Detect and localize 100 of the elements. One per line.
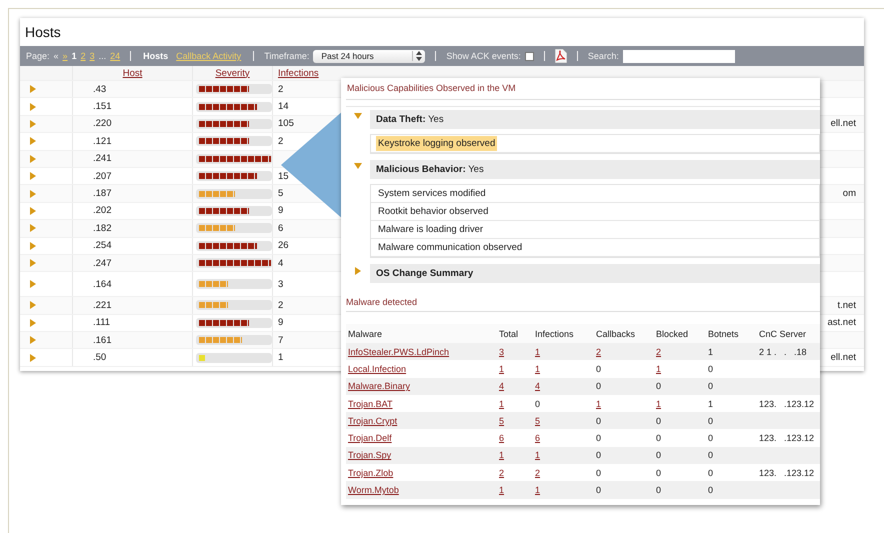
table-link[interactable]: 2 bbox=[535, 468, 540, 478]
expand-arrow-icon[interactable] bbox=[30, 242, 36, 250]
expand-arrow-icon[interactable] bbox=[30, 85, 36, 94]
table-link[interactable]: Trojan.Delf bbox=[348, 433, 392, 444]
pdf-icon[interactable] bbox=[554, 49, 567, 63]
table-link[interactable]: 2 bbox=[596, 346, 602, 357]
infections-cell: 2 bbox=[278, 84, 284, 95]
expand-arrow-icon[interactable] bbox=[30, 259, 36, 268]
cell-text: 0 bbox=[656, 485, 662, 496]
table-link[interactable]: Trojan.BAT bbox=[348, 398, 393, 409]
infections-cell: 9 bbox=[278, 317, 284, 328]
host-cell: .202 bbox=[93, 205, 112, 216]
host-cell: .43 bbox=[93, 84, 106, 95]
host-cell: .50 bbox=[93, 352, 106, 364]
malware-title: Malware detected bbox=[346, 297, 820, 312]
cell-text: 0 bbox=[656, 381, 662, 392]
infections-cell: 14 bbox=[278, 101, 289, 112]
section-header[interactable]: OS Change Summary bbox=[370, 264, 820, 283]
expand-arrow-icon[interactable] bbox=[30, 137, 36, 146]
host-cell: .164 bbox=[93, 278, 112, 290]
column-header[interactable]: Host bbox=[122, 68, 142, 78]
table-link[interactable]: Worm.Mytob bbox=[348, 485, 399, 496]
infections-cell: 2 bbox=[278, 136, 284, 147]
expand-arrow-icon[interactable] bbox=[30, 154, 36, 163]
collapse-arrow-icon[interactable] bbox=[354, 163, 362, 169]
table-link[interactable]: Local.Infection bbox=[348, 364, 406, 374]
capability-item: Malware communication observed bbox=[377, 241, 524, 255]
column-header: CnC Server bbox=[759, 328, 806, 338]
table-link[interactable]: 1 bbox=[535, 346, 540, 357]
column-header: Blocked bbox=[656, 328, 688, 338]
domain-cell: ell.net bbox=[830, 118, 856, 130]
table-link[interactable]: 5 bbox=[499, 416, 504, 426]
table-link[interactable]: 1 bbox=[499, 485, 504, 496]
infections-cell: 9 bbox=[278, 205, 284, 216]
table-link[interactable]: 2 bbox=[499, 468, 504, 478]
column-header: Infections bbox=[535, 328, 574, 338]
host-cell: .151 bbox=[93, 101, 112, 112]
section-header[interactable]: Malicious Behavior: Yes bbox=[370, 160, 820, 179]
expand-arrow-icon[interactable] bbox=[355, 267, 361, 275]
infections-cell: 5 bbox=[278, 188, 284, 200]
search-label: Search: bbox=[588, 51, 619, 61]
host-cell: .121 bbox=[93, 136, 112, 147]
table-link[interactable]: 6 bbox=[535, 433, 540, 444]
timeframe-select[interactable]: Past 24 hours bbox=[313, 50, 426, 62]
table-link[interactable]: 1 bbox=[656, 398, 662, 409]
cell-text: 1 bbox=[708, 398, 714, 409]
expand-arrow-icon[interactable] bbox=[30, 336, 36, 344]
timeframe-label: Timeframe: bbox=[264, 51, 310, 61]
host-cell: .220 bbox=[93, 118, 112, 130]
expand-arrow-icon[interactable] bbox=[30, 354, 36, 362]
cell-text: 0 bbox=[708, 416, 714, 426]
ack-checkbox[interactable] bbox=[524, 52, 534, 60]
cell-text: 0 bbox=[656, 433, 662, 444]
table-link[interactable]: 4 bbox=[499, 381, 504, 392]
table-link[interactable]: 1 bbox=[499, 450, 504, 460]
infections-cell: 7 bbox=[278, 334, 284, 346]
expand-arrow-icon[interactable] bbox=[30, 172, 36, 180]
expand-arrow-icon[interactable] bbox=[30, 301, 36, 310]
cell-text: 0 bbox=[708, 468, 714, 478]
host-cell: .187 bbox=[93, 188, 112, 200]
table-link[interactable]: 5 bbox=[535, 416, 540, 426]
column-header[interactable]: Infections bbox=[278, 68, 319, 78]
infections-cell: 3 bbox=[278, 278, 284, 290]
infections-cell: 105 bbox=[278, 118, 294, 130]
cell-text: 0 bbox=[535, 398, 540, 409]
table-link[interactable]: Trojan.Crypt bbox=[348, 416, 398, 426]
table-link[interactable]: 2 bbox=[656, 346, 662, 357]
cell-text: 0 bbox=[656, 450, 662, 460]
table-link[interactable]: InfoStealer.PWS.LdPinch bbox=[348, 346, 450, 357]
cell-text: 0 bbox=[596, 381, 602, 392]
cell-text: 0 bbox=[596, 433, 602, 444]
table-link[interactable]: 1 bbox=[535, 450, 540, 460]
page-label: Page: bbox=[26, 51, 50, 61]
table-link[interactable]: Trojan.Spy bbox=[348, 450, 392, 460]
cell-text: 0 bbox=[708, 433, 714, 444]
expand-arrow-icon[interactable] bbox=[30, 224, 36, 232]
expand-arrow-icon[interactable] bbox=[30, 318, 36, 327]
cell-text: 0 bbox=[708, 381, 714, 392]
collapse-arrow-icon[interactable] bbox=[354, 113, 362, 119]
table-link[interactable]: 1 bbox=[499, 364, 504, 374]
section-header[interactable]: Data Theft: Yes bbox=[370, 110, 820, 129]
table-link[interactable]: 1 bbox=[596, 398, 602, 409]
table-link[interactable]: 3 bbox=[499, 346, 504, 357]
table-link[interactable]: Trojan.Zlob bbox=[348, 468, 394, 478]
column-header[interactable]: Severity bbox=[215, 68, 250, 78]
search-field[interactable] bbox=[622, 50, 735, 62]
table-link[interactable]: 1 bbox=[535, 364, 540, 374]
expand-arrow-icon[interactable] bbox=[30, 280, 36, 288]
ack-label: Show ACK events: bbox=[446, 51, 521, 61]
stepper-arrows-icon[interactable] bbox=[416, 51, 422, 61]
table-link[interactable]: 1 bbox=[499, 398, 504, 409]
infections-cell: 15 bbox=[278, 170, 289, 182]
cell-text: 0 bbox=[708, 364, 714, 374]
table-link[interactable]: 6 bbox=[499, 433, 504, 444]
page-gap: ... bbox=[98, 51, 106, 61]
table-link[interactable]: 4 bbox=[535, 381, 540, 392]
table-link[interactable]: 1 bbox=[535, 485, 540, 496]
table-link[interactable]: 1 bbox=[656, 364, 662, 374]
domain-cell: om bbox=[842, 188, 856, 200]
table-link[interactable]: Malware.Binary bbox=[348, 381, 410, 392]
